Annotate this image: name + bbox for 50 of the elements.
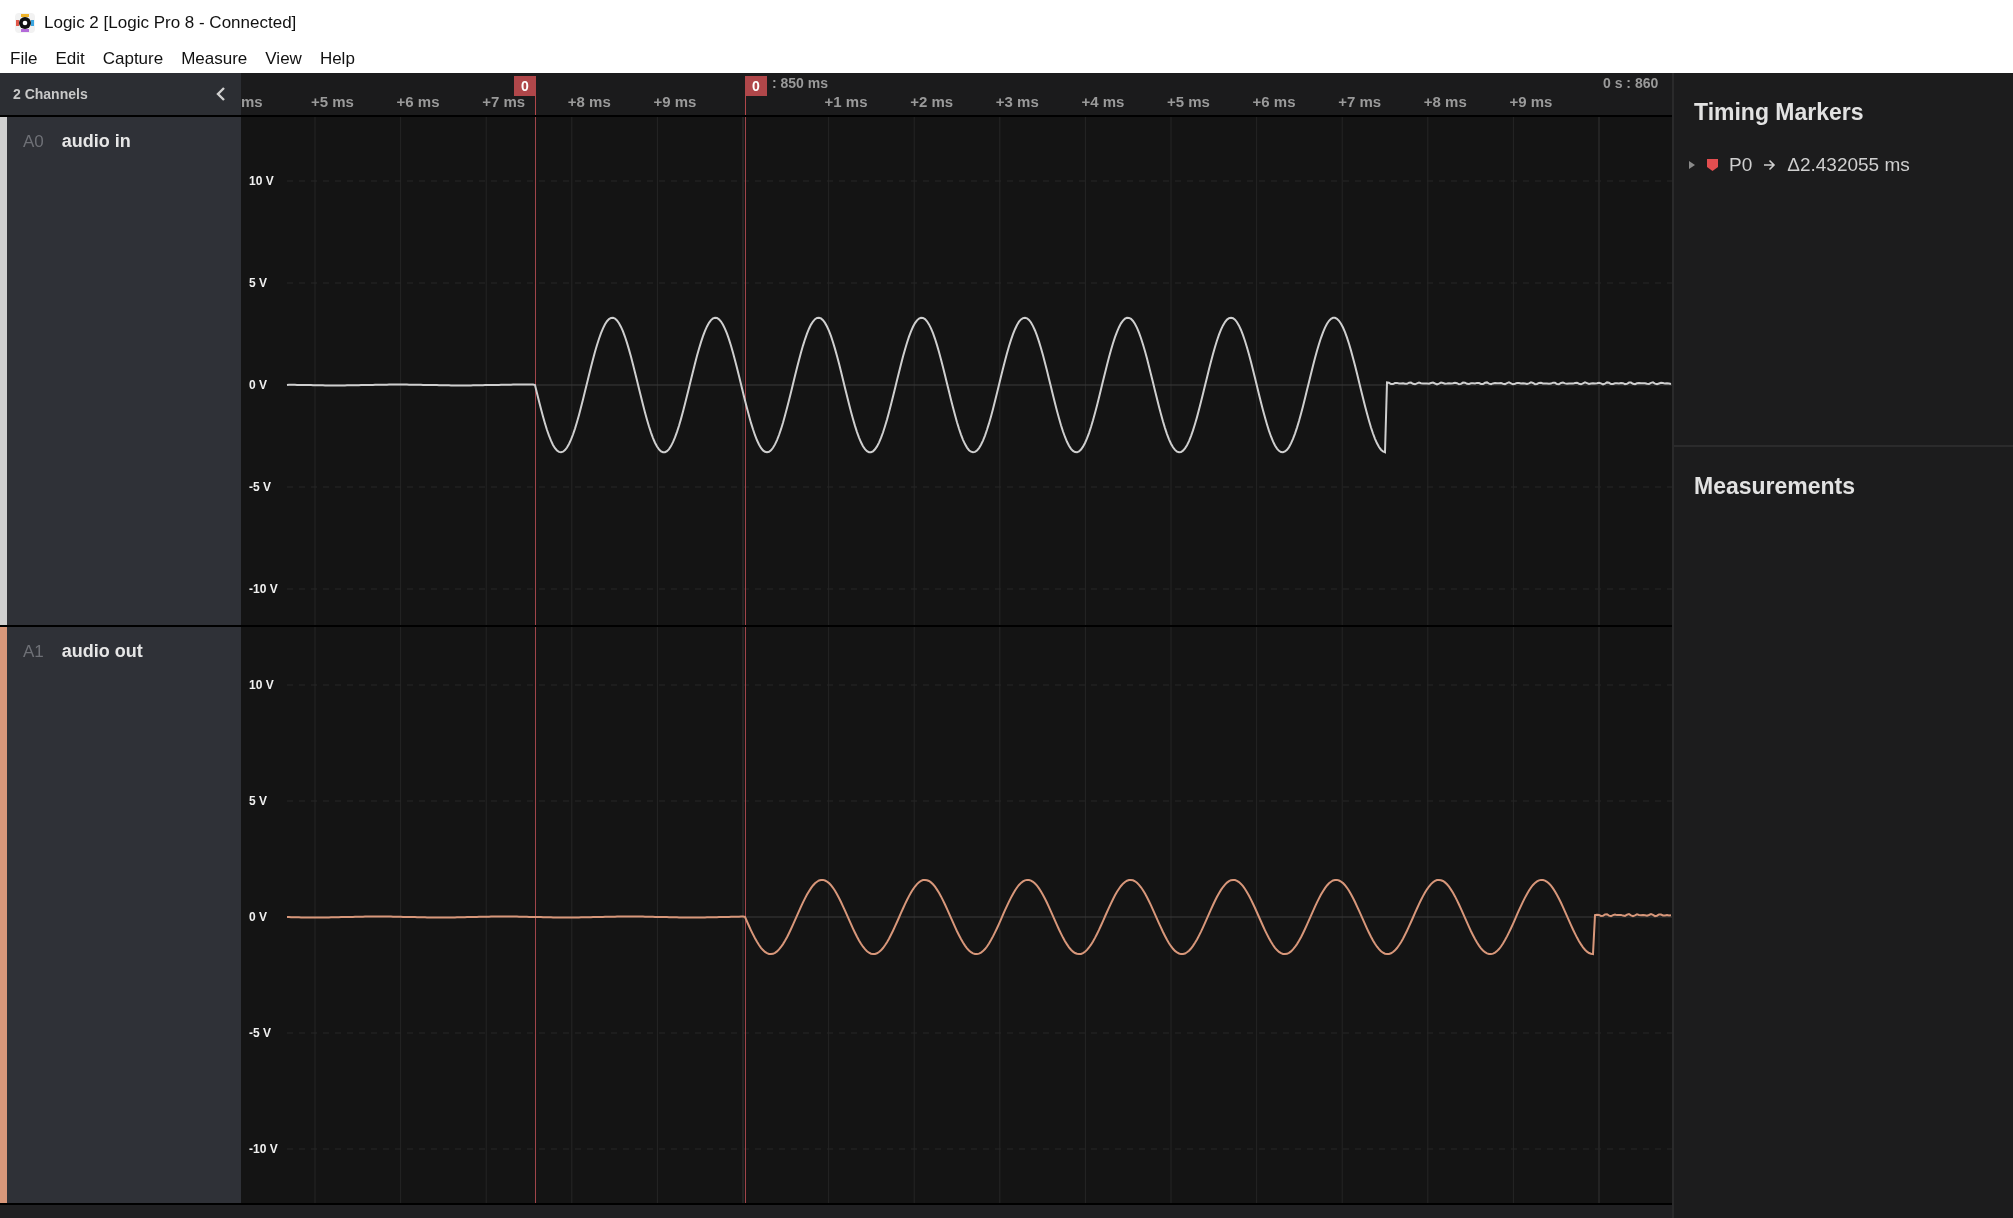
marker-delta: Δ2.432055 ms [1787, 154, 1910, 176]
voltage-label: -5 V [249, 480, 271, 494]
time-label: +8 ms [567, 93, 611, 110]
menu-item[interactable]: Measure [175, 47, 254, 71]
voltage-label: 10 V [249, 174, 274, 188]
voltage-label: 5 V [249, 276, 267, 290]
marker-icon [1707, 159, 1718, 171]
timing-marker-flag[interactable]: 0 [514, 76, 536, 96]
voltage-label: 0 V [249, 378, 267, 392]
menu-item[interactable]: View [259, 47, 308, 71]
app-logo-icon [14, 11, 36, 34]
channel-name[interactable]: audio in [61, 131, 131, 152]
channel-id: A0 [23, 132, 44, 152]
menu-item[interactable]: Edit [49, 47, 91, 71]
time-label: +4 ms [1081, 93, 1125, 110]
time-label: +6 ms [396, 93, 440, 110]
voltage-label: -10 V [249, 1142, 278, 1156]
channel-id: A1 [23, 642, 44, 662]
time-label: +2 ms [910, 93, 954, 110]
time-label: +9 ms [1509, 93, 1553, 110]
voltage-label: 0 V [249, 910, 267, 924]
time-label: +9 ms [653, 93, 697, 110]
channels-header: 2 Channels [13, 86, 88, 102]
time-label: +3 ms [995, 93, 1039, 110]
voltage-label: 10 V [249, 678, 274, 692]
expand-triangle-icon[interactable] [1688, 160, 1696, 170]
time-label: 0 s : 860 [1603, 75, 1659, 91]
time-label: +8 ms [1423, 93, 1467, 110]
voltage-label: 5 V [249, 794, 267, 808]
channel-name[interactable]: audio out [61, 641, 143, 662]
collapse-chevron-icon[interactable] [215, 86, 227, 102]
time-label: ms [241, 93, 263, 110]
voltage-label: -5 V [249, 1026, 271, 1040]
menu-item[interactable]: Capture [96, 47, 170, 71]
menu-item[interactable]: File [4, 47, 44, 71]
timing-marker-flag[interactable]: 0 [745, 76, 767, 96]
panel-title: Timing Markers [1694, 99, 1865, 126]
window-title: Logic 2 [Logic Pro 8 - Connected] [44, 12, 297, 33]
voltage-label: -10 V [249, 582, 278, 596]
time-label: +5 ms [311, 93, 354, 110]
marker-name: P0 [1729, 154, 1753, 176]
time-label: +6 ms [1252, 93, 1296, 110]
panel-title: Measurements [1694, 473, 1857, 500]
time-label: : 850 ms [772, 75, 829, 91]
time-label: +7 ms [482, 93, 526, 110]
arrow-icon [1763, 159, 1777, 171]
time-label: +1 ms [824, 93, 868, 110]
time-label: +7 ms [1338, 93, 1382, 110]
menu-item[interactable]: Help [313, 47, 361, 71]
time-label: +5 ms [1167, 93, 1210, 110]
